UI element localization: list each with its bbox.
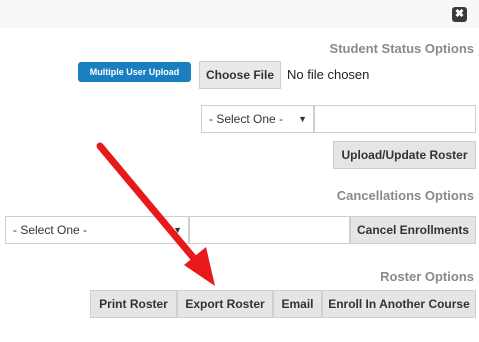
roster-options-title: Roster Options <box>380 269 474 284</box>
student-status-select-value: - Select One - <box>209 112 284 126</box>
export-roster-button[interactable]: Export Roster <box>177 290 273 318</box>
cancellations-input[interactable] <box>189 216 350 244</box>
file-status-text: No file chosen <box>287 67 370 82</box>
choose-file-button[interactable]: Choose File <box>199 61 281 89</box>
student-status-input[interactable] <box>314 105 476 133</box>
chevron-down-icon: ▼ <box>298 114 307 124</box>
cancellations-title: Cancellations Options <box>336 188 474 203</box>
cancel-enrollments-button[interactable]: Cancel Enrollments <box>350 216 476 244</box>
close-icon[interactable]: ✖ <box>452 7 467 22</box>
multiple-user-upload-button[interactable]: Multiple User Upload <box>78 62 191 82</box>
cancellations-select-value: - Select One - <box>13 223 88 237</box>
upload-update-roster-button[interactable]: Upload/Update Roster <box>333 141 476 169</box>
print-roster-button[interactable]: Print Roster <box>90 290 177 318</box>
dialog-header: ✖ <box>0 0 479 28</box>
email-button[interactable]: Email <box>273 290 322 318</box>
chevron-down-icon: ▼ <box>173 225 182 235</box>
student-status-select[interactable]: - Select One - ▼ <box>201 105 314 133</box>
enroll-another-course-button[interactable]: Enroll In Another Course <box>322 290 476 318</box>
cancellations-select[interactable]: - Select One - ▼ <box>5 216 189 244</box>
student-status-title: Student Status Options <box>329 41 474 56</box>
